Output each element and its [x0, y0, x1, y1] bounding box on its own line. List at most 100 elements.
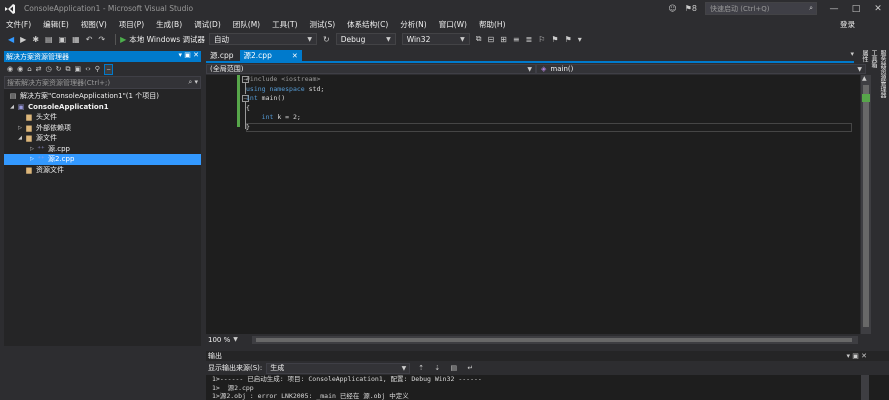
history-icon[interactable]: ◷ — [46, 65, 52, 73]
menu-project[interactable]: 项目(P) — [113, 19, 150, 30]
open-file-icon[interactable]: ▤ — [45, 35, 53, 44]
menu-window[interactable]: 窗口(W) — [433, 19, 473, 30]
menu-file[interactable]: 文件(F) — [0, 19, 37, 30]
zoom-level[interactable]: 100 % — [208, 336, 230, 344]
undo-icon[interactable]: ↶ — [86, 35, 93, 44]
panel-header-buttons[interactable]: ▾ ▣ ✕ — [179, 51, 199, 59]
start-debug-icon[interactable]: ▶ — [120, 35, 126, 44]
output-text[interactable]: 1>------ 已启动生成: 项目: ConsoleApplication1,… — [206, 375, 889, 400]
output-toolbar: 显示输出来源(S): 生成 ▼ ⇡ ⇣ ▤ ↵ — [206, 361, 889, 375]
forward-icon[interactable]: ▶ — [20, 35, 26, 44]
comment-icon[interactable]: ≡ — [513, 35, 520, 44]
show-all-files-icon[interactable]: ▣ — [75, 65, 82, 73]
tree-item-solution[interactable]: ▤ 解决方案"ConsoleApplication1"(1 个项目) — [4, 91, 201, 102]
tree-item-source-cpp[interactable]: ▷ ⁺⁺ 源.cpp — [4, 144, 201, 155]
tree-item-project[interactable]: ◢ ▣ ConsoleApplication1 — [4, 102, 201, 113]
view-code-icon[interactable]: ‹› — [85, 65, 91, 73]
tree-item-label: 解决方案"ConsoleApplication1"(1 个项目) — [20, 92, 159, 101]
preview-selected-icon[interactable]: ⎯ — [103, 63, 114, 75]
minimize-button[interactable]: — — [823, 4, 845, 14]
folder-icon: ▆ — [26, 134, 32, 143]
collapsed-arrow-icon[interactable]: ▷ — [16, 125, 24, 131]
menu-build[interactable]: 生成(B) — [150, 19, 188, 30]
word-wrap-icon[interactable]: ↵ — [467, 364, 473, 372]
close-button[interactable]: ✕ — [867, 4, 889, 14]
back-icon[interactable]: ◀ — [8, 35, 14, 44]
properties-tab[interactable]: 属性 — [860, 50, 869, 152]
login-link[interactable]: 登录 — [840, 19, 855, 30]
prev-message-icon[interactable]: ⇡ — [418, 364, 424, 372]
menu-architecture[interactable]: 体系结构(C) — [341, 19, 394, 30]
expanded-arrow-icon[interactable]: ◢ — [16, 135, 24, 141]
menu-help[interactable]: 帮助(H) — [473, 19, 512, 30]
expanded-arrow-icon[interactable]: ◢ — [8, 104, 16, 110]
server-explorer-tab[interactable]: 服务器资源管理器 — [878, 50, 887, 152]
chevron-down-icon[interactable]: ▼ — [233, 336, 238, 343]
find-icon[interactable]: ⧉ — [476, 34, 482, 44]
debug-mode-select[interactable]: 自动 ▼ — [209, 33, 318, 45]
quick-launch-input[interactable]: 快速启动 (Ctrl+Q) ⌕ — [705, 2, 817, 15]
scope-select[interactable]: (全局范围) ▼ — [206, 64, 536, 74]
refresh-icon[interactable]: ↻ — [56, 65, 62, 73]
notification-icon[interactable]: ⚑8 — [685, 4, 697, 13]
back-icon[interactable]: ◉ — [7, 65, 13, 73]
bookmark-prev-icon[interactable]: ⚑ — [551, 35, 558, 44]
tree-item-source-files[interactable]: ◢ ▆ 源文件 — [4, 133, 201, 144]
menu-debug[interactable]: 调试(D) — [188, 19, 227, 30]
search-icon: ⌕ — [809, 4, 813, 12]
sync-icon[interactable]: ⇄ — [36, 65, 42, 73]
collapse-all-icon[interactable]: ⧉ — [66, 65, 71, 74]
menu-test[interactable]: 测试(S) — [304, 19, 342, 30]
feedback-icon[interactable]: ☺ — [668, 4, 676, 13]
refresh-icon[interactable]: ↻ — [323, 35, 330, 44]
close-tab-icon[interactable]: ✕ — [292, 52, 298, 60]
menu-analyze[interactable]: 分析(N) — [394, 19, 432, 30]
collapsed-arrow-icon[interactable]: ▷ — [28, 156, 36, 162]
tree-item-header-files[interactable]: ▆ 头文件 — [4, 112, 201, 123]
panel-header-buttons[interactable]: ▾ ▣ ✕ — [847, 352, 867, 360]
toolbar-icon-3[interactable]: ⊞ — [500, 35, 507, 44]
home-icon[interactable]: ⌂ — [27, 65, 31, 73]
next-message-icon[interactable]: ⇣ — [434, 364, 440, 372]
debugger-label[interactable]: 本地 Windows 调试器 — [129, 34, 205, 45]
code-editor[interactable]: − − #include <iostream> using namespace … — [206, 75, 860, 334]
platform-select[interactable]: Win32 ▼ — [401, 33, 470, 45]
uncomment-icon[interactable]: ≣ — [526, 35, 533, 44]
tab-source-cpp[interactable]: 源.cpp — [206, 50, 238, 61]
new-project-icon[interactable]: ✱ — [32, 35, 39, 44]
solution-explorer-header: 解决方案资源管理器 ▾ ▣ ✕ — [4, 51, 201, 62]
output-scrollbar[interactable] — [861, 375, 869, 400]
menu-tools[interactable]: 工具(T) — [266, 19, 303, 30]
tree-item-source2-cpp[interactable]: ▷ ⁺⁺ 源2.cpp — [4, 154, 201, 165]
bookmark-icon[interactable]: ⚐ — [538, 35, 545, 44]
tree-item-resource-files[interactable]: ▆ 资源文件 — [4, 165, 201, 176]
bookmark-next-icon[interactable]: ⚑ — [565, 35, 572, 44]
menu-edit[interactable]: 编辑(E) — [37, 19, 75, 30]
toolbar-overflow-icon[interactable]: ▾ — [578, 35, 582, 44]
save-icon[interactable]: ▣ — [59, 35, 67, 44]
function-select[interactable]: ◈ main() ▼ — [536, 64, 866, 74]
tree-item-external-dependencies[interactable]: ▷ ▆ 外部依赖项 — [4, 123, 201, 134]
toolbox-tab[interactable]: 工具箱 — [869, 50, 878, 152]
output-line: 1> 源2.cpp — [212, 383, 254, 392]
maximize-button[interactable]: □ — [845, 4, 867, 14]
redo-icon[interactable]: ↷ — [98, 35, 105, 44]
menu-view[interactable]: 视图(V) — [75, 19, 113, 30]
scrollbar-thumb[interactable] — [256, 338, 852, 342]
output-source-select[interactable]: 生成 ▼ — [266, 362, 411, 374]
change-indicator — [237, 75, 240, 127]
editor-horizontal-scrollbar[interactable] — [252, 336, 858, 344]
tab-overflow-icon[interactable]: ▾ — [850, 50, 854, 58]
properties-icon[interactable]: ⚲ — [95, 65, 100, 73]
clear-all-icon[interactable]: ▤ — [450, 364, 457, 372]
configuration-select[interactable]: Debug ▼ — [335, 33, 396, 45]
forward-icon[interactable]: ◉ — [17, 65, 23, 73]
collapsed-arrow-icon[interactable]: ▷ — [28, 146, 36, 152]
save-all-icon[interactable]: ▦ — [72, 35, 80, 44]
menu-team[interactable]: 团队(M) — [227, 19, 266, 30]
tab-source2-cpp[interactable]: 源2.cpp ✕ — [239, 50, 302, 61]
solution-search-input[interactable]: 搜索解决方案资源管理器(Ctrl+;) ⌕ ▾ — [4, 76, 201, 89]
toolbar-icon-2[interactable]: ⊟ — [487, 35, 494, 44]
code-line: int k = 2; — [261, 113, 301, 122]
project-icon: ▣ — [17, 102, 25, 111]
